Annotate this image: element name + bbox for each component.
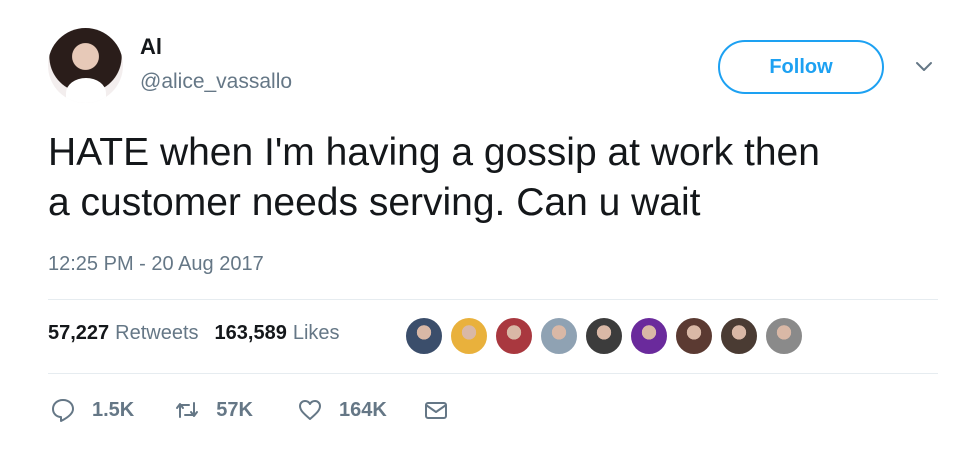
tweet-text: HATE when I'm having a gossip at work th… (48, 128, 948, 228)
liker-avatar[interactable] (539, 316, 579, 356)
display-name[interactable]: Al (140, 34, 162, 60)
retweet-button[interactable]: 57K (174, 397, 253, 423)
liker-avatar[interactable] (764, 316, 804, 356)
like-count: 164K (338, 398, 387, 421)
reply-button[interactable]: 1.5K (50, 397, 134, 423)
liker-avatar[interactable] (584, 316, 624, 356)
liker-avatar[interactable] (494, 316, 534, 356)
reply-icon (52, 399, 74, 422)
likes-count[interactable]: 163,589 (215, 322, 287, 345)
retweet-icon (176, 402, 199, 418)
tweet-line: HATE when I'm having a gossip at work th… (48, 131, 820, 174)
heart-icon (298, 400, 321, 420)
liker-avatar[interactable] (674, 316, 714, 356)
retweet-count: 57K (216, 398, 253, 421)
chevron-down-icon[interactable] (913, 55, 935, 77)
tweet-line: a customer needs serving. Can u wait (48, 181, 701, 224)
follow-button[interactable]: Follow (718, 40, 884, 94)
divider (48, 373, 938, 374)
liker-avatar[interactable] (404, 316, 444, 356)
envelope-icon (424, 402, 447, 419)
liker-avatars (404, 316, 809, 356)
reply-count: 1.5K (92, 398, 135, 421)
likes-label[interactable]: Likes (293, 322, 340, 345)
tweet-stats: 57,227 Retweets 163,589 Likes (48, 322, 340, 345)
liker-avatar[interactable] (449, 316, 489, 356)
divider (48, 299, 938, 300)
avatar[interactable] (48, 28, 123, 103)
like-button[interactable]: 164K (297, 397, 387, 423)
tweet-timestamp[interactable]: 12:25 PM - 20 Aug 2017 (48, 253, 264, 276)
liker-avatar[interactable] (719, 316, 759, 356)
liker-avatar[interactable] (629, 316, 669, 356)
user-handle[interactable]: @alice_vassallo (140, 70, 292, 94)
retweets-label[interactable]: Retweets (115, 322, 198, 345)
retweets-count[interactable]: 57,227 (48, 322, 109, 345)
tweet-actions: 1.5K 57K 164K (50, 397, 449, 423)
direct-message-button[interactable] (423, 397, 449, 423)
